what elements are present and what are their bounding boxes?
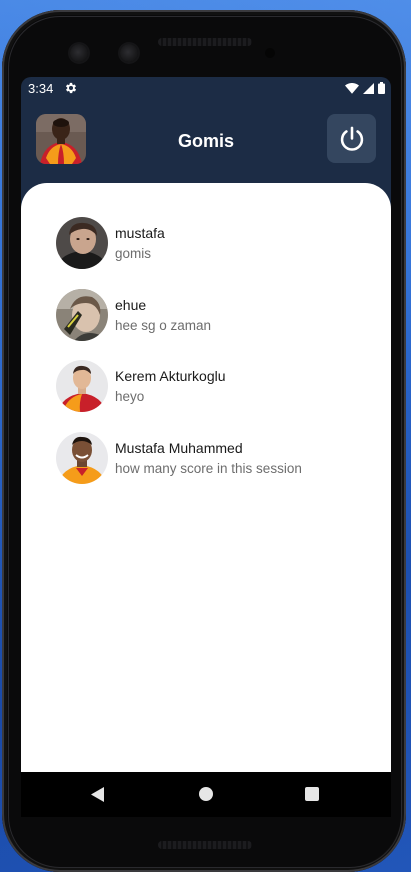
app-bar: Gomis (21, 101, 391, 183)
earpiece-speaker (158, 38, 252, 46)
contact-avatar (56, 432, 108, 484)
status-bar: 3:34 (21, 77, 391, 101)
wifi-icon (345, 82, 359, 94)
contact-avatar (56, 289, 108, 341)
navigation-bar (21, 772, 391, 817)
front-sensor-icon (120, 44, 138, 62)
recents-icon[interactable] (305, 787, 319, 801)
last-message: heyo (115, 389, 145, 404)
bottom-speaker (158, 841, 252, 849)
status-time: 3:34 (28, 81, 54, 96)
chat-item[interactable]: ehue hee sg o zaman (56, 289, 376, 341)
last-message: hee sg o zaman (115, 318, 212, 333)
front-camera-icon (70, 44, 88, 62)
contact-avatar (56, 217, 108, 269)
power-icon (340, 126, 363, 151)
chat-item[interactable]: Mustafa Muhammed how many score in this … (56, 432, 376, 484)
last-message: how many score in this session (115, 461, 302, 476)
chat-item[interactable]: mustafa gomis (56, 217, 376, 269)
contact-name: mustafa (115, 225, 165, 241)
contact-avatar (56, 360, 108, 412)
battery-icon (378, 82, 385, 94)
logout-button[interactable] (327, 114, 376, 163)
phone-screen: 3:34 Gomis mustafa gomis ehue hee sg o z… (21, 77, 391, 817)
back-icon[interactable] (91, 787, 105, 802)
last-message: gomis (115, 246, 152, 261)
signal-icon (363, 82, 374, 94)
contact-name: Kerem Akturkoglu (115, 368, 226, 384)
chat-item[interactable]: Kerem Akturkoglu heyo (56, 360, 376, 412)
contact-name: ehue (115, 297, 147, 313)
proximity-sensor (265, 48, 275, 58)
chat-list-panel: mustafa gomis ehue hee sg o zaman Kerem … (21, 183, 391, 817)
contact-name: Mustafa Muhammed (115, 440, 243, 456)
gear-icon (65, 82, 77, 94)
home-icon[interactable] (199, 787, 213, 801)
